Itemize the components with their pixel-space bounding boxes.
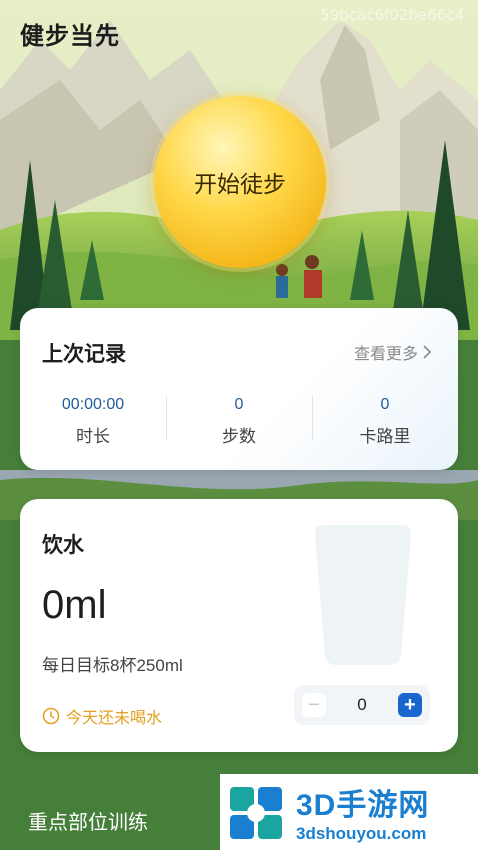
increase-cup-button[interactable]: + (398, 693, 422, 717)
water-warning: 今天还未喝水 (42, 704, 162, 728)
start-hiking-label: 开始徒步 (194, 171, 286, 197)
stat-duration: 00:00:00 时长 (20, 396, 166, 446)
view-more-label: 查看更多 (353, 346, 418, 363)
stat-steps-label: 步数 (222, 427, 256, 446)
promo-main-text: 3D手游网 (296, 789, 430, 822)
section-title-key-training: 重点部位训练 (28, 812, 148, 834)
promo-watermark: 3D手游网 3dshouyou.com (220, 774, 478, 850)
record-stats: 00:00:00 时长 0 步数 0 卡路里 (20, 396, 458, 446)
stat-calories-label: 卡路里 (359, 427, 411, 446)
promo-sub-text: 3dshouyou.com (296, 824, 427, 843)
app-title: 健步当先 (20, 23, 120, 50)
last-record-title: 上次记录 (42, 343, 126, 366)
watermark-id: 59bcac6f02be66c4 (320, 6, 464, 24)
stat-duration-label: 时长 (76, 427, 110, 446)
water-cup-icon (315, 525, 411, 665)
start-hiking-button[interactable]: 开始徒步 (154, 96, 326, 268)
decrease-cup-button[interactable]: − (302, 693, 326, 717)
promo-logo-icon (230, 787, 282, 839)
stat-calories-value: 0 (380, 396, 390, 413)
water-amount: 0ml (42, 583, 107, 627)
water-warning-text: 今天还未喝水 (66, 710, 163, 727)
water-title: 饮水 (42, 534, 84, 557)
stat-steps: 0 步数 (166, 396, 312, 446)
cup-count: 0 (357, 695, 367, 714)
water-goal: 每日目标8杯250ml (42, 656, 183, 675)
view-more-link[interactable]: 查看更多 (354, 340, 432, 364)
stat-steps-value: 0 (234, 396, 244, 413)
last-record-card: 上次记录 查看更多 00:00:00 时长 0 步数 0 卡路里 (20, 308, 458, 470)
water-card: 饮水 0ml 每日目标8杯250ml 今天还未喝水 − 0 + (20, 499, 458, 752)
chevron-right-icon (423, 345, 432, 359)
cup-stepper: − 0 + (294, 685, 430, 725)
stat-calories: 0 卡路里 (312, 396, 458, 446)
clock-icon (42, 707, 60, 725)
stat-duration-value: 00:00:00 (61, 396, 125, 413)
